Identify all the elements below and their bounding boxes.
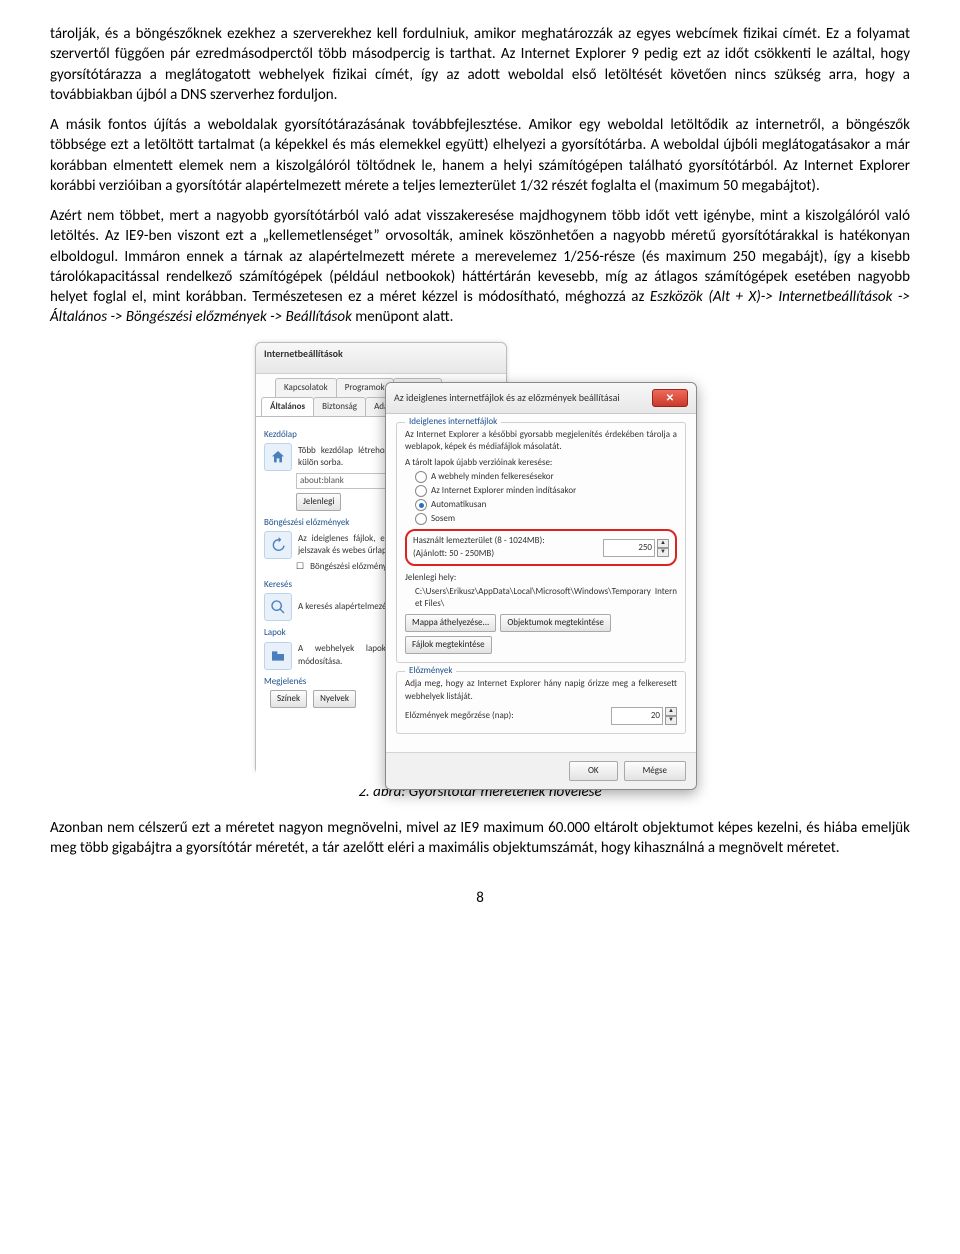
- temp-files-title: Az ideiglenes internetfájlok és az előzm…: [394, 391, 620, 405]
- group-temp-files: Ideiglenes internetfájlok: [405, 416, 501, 428]
- radio-every-start[interactable]: Az Internet Explorer minden indításakor: [415, 485, 677, 497]
- view-files-button[interactable]: Fájlok megtekintése: [405, 636, 492, 654]
- radio-every-visit[interactable]: A webhely minden felkeresésekor: [415, 471, 677, 483]
- history-days-input[interactable]: 20: [611, 707, 663, 725]
- history-days-label: Előzmények megőrzése (nap):: [405, 710, 514, 722]
- paragraph-3-c: menüpont alatt.: [355, 308, 453, 326]
- history-days-spinner[interactable]: ▲▼: [665, 707, 677, 725]
- home-icon: [264, 443, 292, 471]
- paragraph-2: A másik fontos újítás a weboldalak gyors…: [50, 115, 910, 196]
- search-icon: [264, 593, 292, 621]
- disk-space-highlight: Használt lemezterület (8 - 1024MB): (Ajá…: [405, 529, 677, 565]
- page-number: 8: [50, 888, 910, 908]
- view-objects-button[interactable]: Objektumok megtekintése: [500, 614, 611, 632]
- colors-button[interactable]: Színek: [270, 690, 307, 708]
- cancel-button[interactable]: Mégse: [624, 761, 686, 781]
- tabs-icon: [264, 642, 292, 670]
- current-location-path: C:\Users\Erikusz\AppData\Local\Microsoft…: [415, 586, 677, 610]
- history-icon: [264, 531, 292, 559]
- internet-options-title: Internetbeállítások: [256, 343, 506, 374]
- disk-space-label: Használt lemezterület (8 - 1024MB):: [413, 535, 545, 547]
- paragraph-3: Azért nem többet, mert a nagyobb gyorsít…: [50, 206, 910, 328]
- temp-files-settings-dialog: Az ideiglenes internetfájlok és az előzm…: [385, 382, 697, 790]
- current-location-label: Jelenlegi hely:: [405, 572, 677, 584]
- move-folder-button[interactable]: Mappa áthelyezése...: [405, 614, 496, 632]
- paragraph-1: tárolják, és a böngészőknek ezekhez a sz…: [50, 24, 910, 105]
- paragraph-4: Azonban nem célszerű ezt a méretet nagyo…: [50, 818, 910, 859]
- history-desc: Adja meg, hogy az Internet Explorer hány…: [405, 678, 677, 702]
- radio-never[interactable]: Sosem: [415, 513, 677, 525]
- tab-security[interactable]: Biztonság: [313, 397, 366, 416]
- languages-button[interactable]: Nyelvek: [313, 690, 356, 708]
- tab-general[interactable]: Általános: [261, 397, 314, 416]
- disk-space-reco: (Ajánlott: 50 - 250MB): [413, 548, 545, 560]
- disk-space-input[interactable]: 250: [603, 539, 655, 557]
- radio-auto[interactable]: Automatikusan: [415, 499, 677, 511]
- disk-space-spinner[interactable]: ▲▼: [657, 539, 669, 557]
- current-button[interactable]: Jelenlegi: [296, 493, 341, 511]
- close-icon[interactable]: ✕: [652, 389, 688, 407]
- check-newer-label: A tárolt lapok újabb verzióinak keresése…: [405, 457, 677, 469]
- figure-screenshot: Internetbeállítások Kapcsolatok Programo…: [50, 342, 910, 772]
- ok-button[interactable]: OK: [569, 761, 618, 781]
- temp-files-desc: Az Internet Explorer a későbbi gyorsabb …: [405, 429, 677, 453]
- tab-connections[interactable]: Kapcsolatok: [275, 378, 337, 397]
- group-history: Előzmények: [405, 665, 456, 677]
